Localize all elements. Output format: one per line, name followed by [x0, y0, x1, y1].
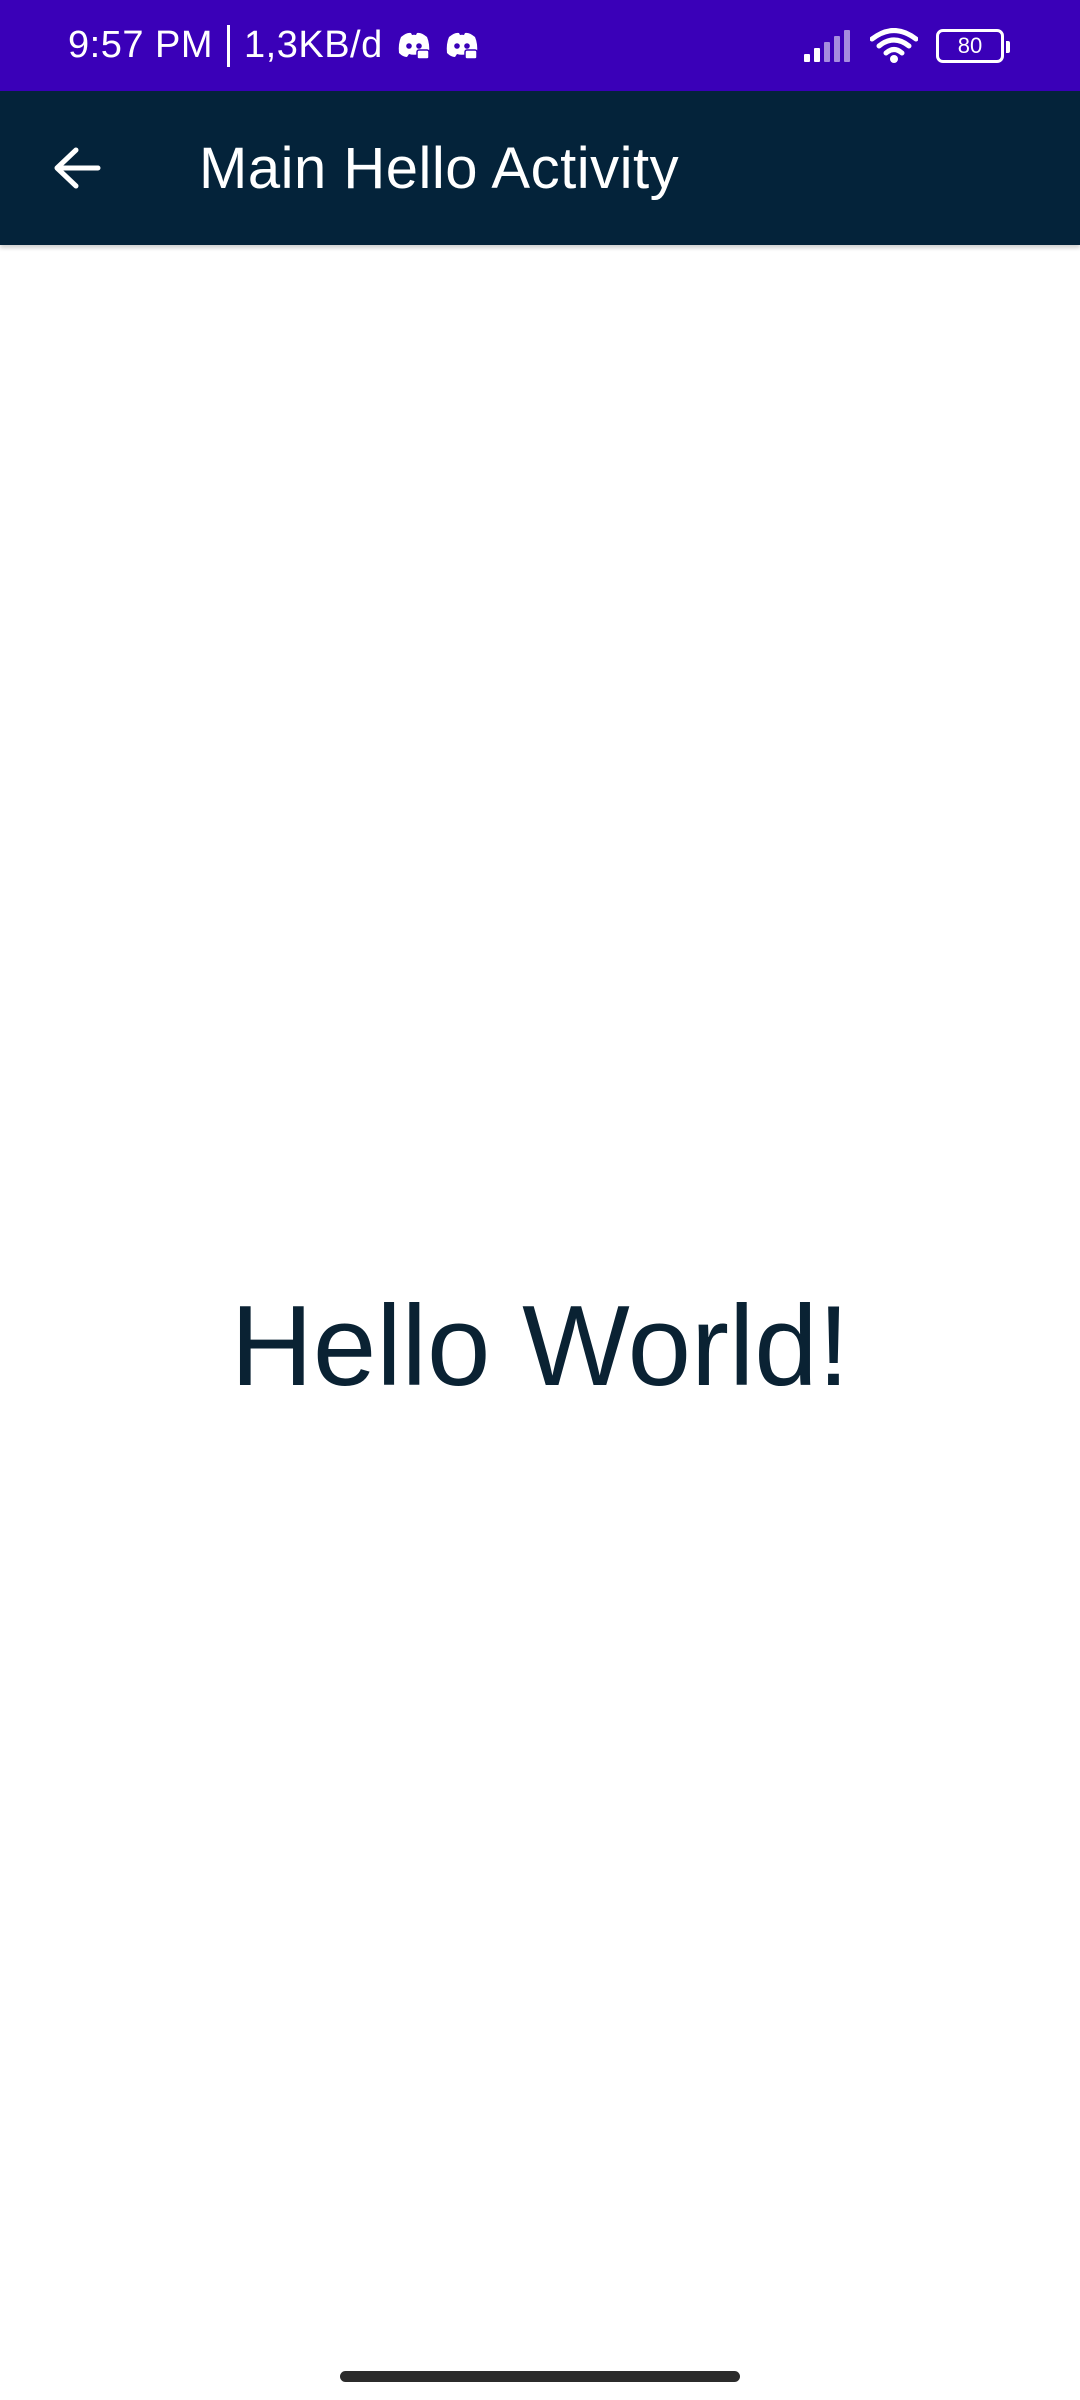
discord-icon [446, 32, 478, 60]
screen: 9:57 PM 1,3KB/d 80 Main Hello Activity H… [0, 0, 1080, 2400]
discord-icon [398, 32, 430, 60]
wifi-icon [870, 27, 918, 63]
back-button[interactable] [36, 127, 118, 209]
status-right: 80 [804, 0, 1010, 91]
arrow-back-icon [54, 147, 101, 189]
gesture-nav-handle[interactable] [340, 2371, 740, 2382]
status-time: 9:57 PM [68, 24, 214, 66]
signal-icon [804, 29, 850, 62]
page-title: Main Hello Activity [199, 135, 680, 201]
status-bar: 9:57 PM 1,3KB/d 80 [0, 0, 1080, 91]
status-divider [227, 24, 231, 67]
status-left: 9:57 PM 1,3KB/d [68, 0, 479, 91]
battery-icon: 80 [936, 28, 1010, 63]
app-bar: Main Hello Activity [0, 91, 1080, 245]
hello-world-text: Hello World! [230, 1283, 850, 1410]
battery-level: 80 [957, 32, 983, 58]
status-data-rate: 1,3KB/d [244, 24, 383, 66]
